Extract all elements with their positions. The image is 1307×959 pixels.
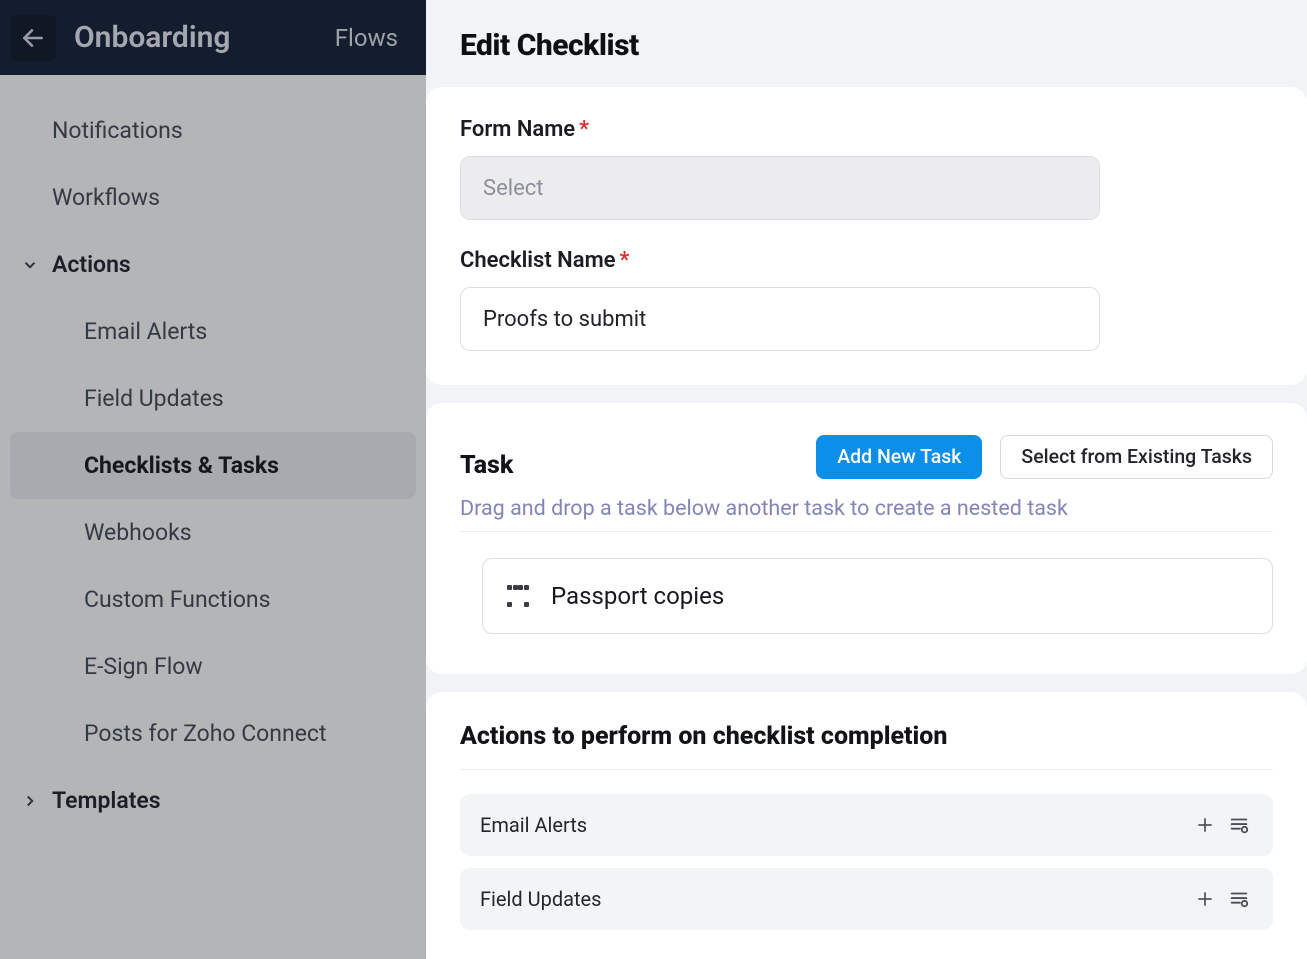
list-link-icon[interactable] bbox=[1225, 811, 1253, 839]
chevron-right-icon bbox=[18, 792, 42, 810]
required-asterisk: * bbox=[620, 248, 630, 273]
chevron-down-icon bbox=[18, 256, 42, 274]
main-panel: Edit Checklist Form Name* Select Checkli… bbox=[426, 0, 1307, 959]
sidebar: Onboarding Flows Notifications Workflows… bbox=[0, 0, 426, 959]
required-asterisk: * bbox=[579, 117, 589, 142]
sidebar-group-actions[interactable]: Actions bbox=[0, 231, 426, 298]
add-new-task-button[interactable]: Add New Task bbox=[816, 435, 982, 479]
task-card: Task Add New Task Select from Existing T… bbox=[426, 403, 1307, 674]
action-row-label: Email Alerts bbox=[480, 813, 587, 837]
field-checklist-name: Checklist Name* Proofs to submit bbox=[460, 248, 1273, 351]
form-name-select[interactable]: Select bbox=[460, 156, 1100, 220]
sidebar-item-checklists-tasks[interactable]: Checklists & Tasks bbox=[10, 432, 416, 499]
sidebar-item-workflows[interactable]: Workflows bbox=[0, 164, 426, 231]
label-text: Checklist Name bbox=[460, 248, 616, 273]
task-header: Task Add New Task Select from Existing T… bbox=[460, 433, 1273, 480]
task-row[interactable]: Passport copies bbox=[482, 558, 1273, 634]
form-card: Form Name* Select Checklist Name* Proofs… bbox=[426, 87, 1307, 385]
module-title: Onboarding bbox=[74, 20, 335, 55]
add-icon[interactable] bbox=[1191, 885, 1219, 913]
field-form-name: Form Name* Select bbox=[460, 117, 1273, 220]
form-name-label: Form Name* bbox=[460, 117, 1273, 142]
sidebar-group-label: Actions bbox=[52, 251, 131, 278]
checklist-name-input[interactable]: Proofs to submit bbox=[460, 287, 1100, 351]
side-nav: Notifications Workflows Actions Email Al… bbox=[0, 75, 426, 834]
action-row-label: Field Updates bbox=[480, 887, 601, 911]
sidebar-item-field-updates[interactable]: Field Updates bbox=[0, 365, 426, 432]
action-row-email-alerts[interactable]: Email Alerts bbox=[460, 794, 1273, 856]
completion-actions-heading: Actions to perform on checklist completi… bbox=[460, 722, 1273, 751]
completion-actions-card: Actions to perform on checklist completi… bbox=[426, 692, 1307, 959]
sidebar-item-webhooks[interactable]: Webhooks bbox=[0, 499, 426, 566]
list-link-icon[interactable] bbox=[1225, 885, 1253, 913]
drag-handle-icon[interactable] bbox=[507, 585, 529, 607]
task-hint: Drag and drop a task below another task … bbox=[460, 496, 1273, 521]
tab-flows[interactable]: Flows bbox=[335, 24, 408, 52]
back-arrow-icon bbox=[20, 25, 46, 51]
sidebar-item-posts-zoho-connect[interactable]: Posts for Zoho Connect bbox=[0, 700, 426, 767]
sidebar-item-notifications[interactable]: Notifications bbox=[0, 97, 426, 164]
select-existing-tasks-button[interactable]: Select from Existing Tasks bbox=[1000, 435, 1273, 479]
sidebar-item-email-alerts[interactable]: Email Alerts bbox=[0, 298, 426, 365]
sidebar-group-templates[interactable]: Templates bbox=[0, 767, 426, 834]
label-text: Form Name bbox=[460, 117, 575, 142]
task-heading: Task bbox=[460, 433, 798, 480]
page-title: Edit Checklist bbox=[460, 28, 1273, 63]
sidebar-item-custom-functions[interactable]: Custom Functions bbox=[0, 566, 426, 633]
main-header: Edit Checklist bbox=[426, 0, 1307, 87]
sidebar-group-label: Templates bbox=[52, 787, 161, 814]
checklist-name-label: Checklist Name* bbox=[460, 248, 1273, 273]
action-row-field-updates[interactable]: Field Updates bbox=[460, 868, 1273, 930]
divider bbox=[460, 531, 1273, 532]
task-name: Passport copies bbox=[551, 582, 724, 610]
sidebar-item-esign-flow[interactable]: E-Sign Flow bbox=[0, 633, 426, 700]
divider bbox=[460, 769, 1273, 770]
add-icon[interactable] bbox=[1191, 811, 1219, 839]
back-button[interactable] bbox=[10, 15, 56, 61]
sidebar-header: Onboarding Flows bbox=[0, 0, 426, 75]
